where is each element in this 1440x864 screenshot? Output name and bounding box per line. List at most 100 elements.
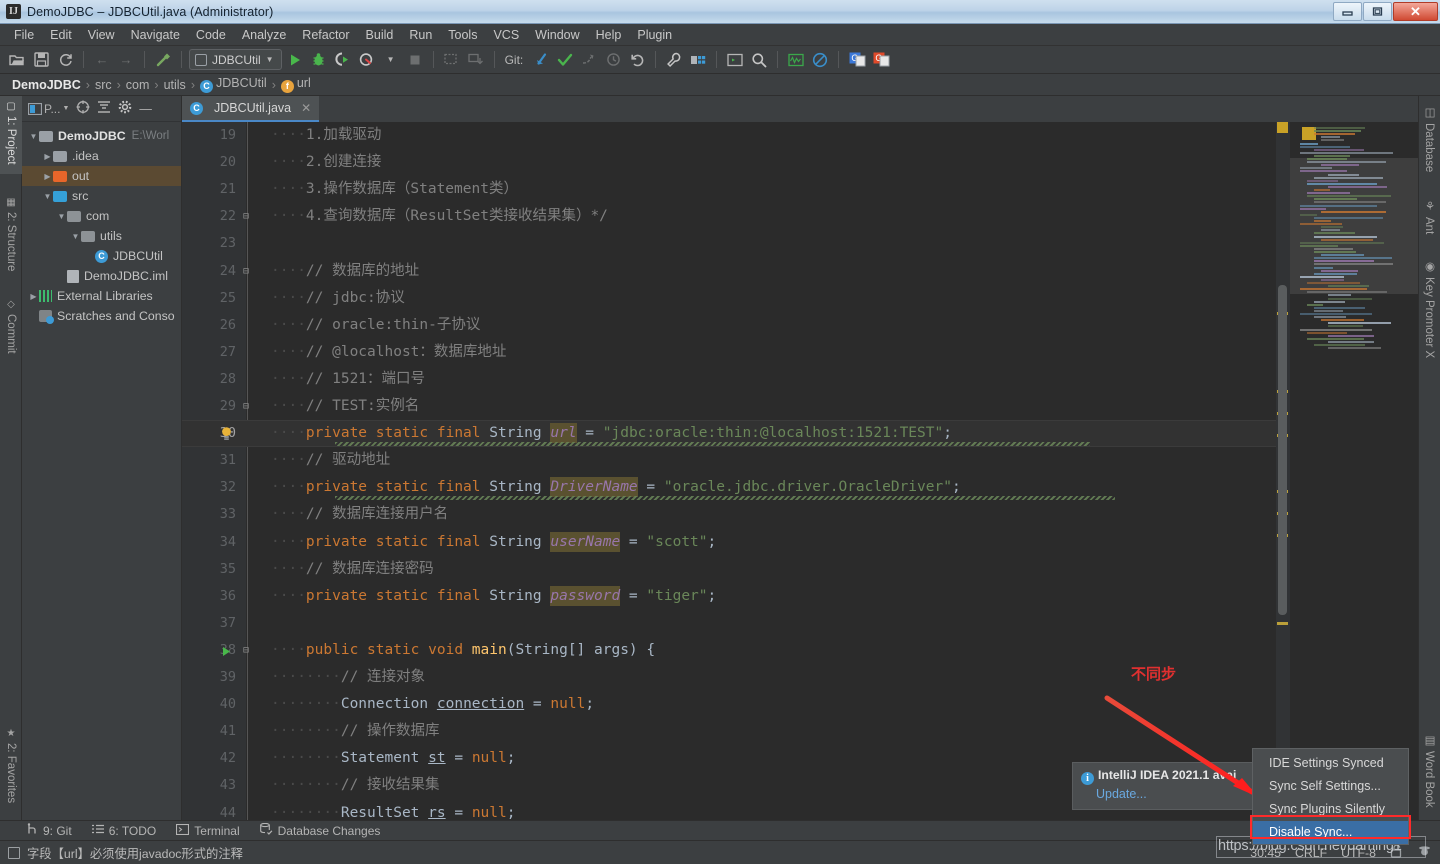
vcs-rollback-icon[interactable] <box>626 49 648 71</box>
arrow-left-icon[interactable]: ← <box>91 49 113 71</box>
menu-item-run[interactable]: Run <box>401 26 440 44</box>
chevron-right-icon[interactable]: ▶ <box>42 152 53 161</box>
menu-item-analyze[interactable]: Analyze <box>234 26 294 44</box>
sidebar-item-key-promoter[interactable]: ◉ Key Promoter X <box>1418 254 1440 379</box>
tree-item-com[interactable]: ▼ com <box>22 206 181 226</box>
context-menu-item-sync-plugins-silently[interactable]: Sync Plugins Silently <box>1253 798 1408 821</box>
error-stripe-marker[interactable] <box>1277 622 1288 625</box>
tree-item-demojdbc-iml[interactable]: DemoJDBC.iml <box>22 266 181 286</box>
close-button[interactable]: ✕ <box>1393 2 1438 21</box>
code-content[interactable]: 19 ····1.加载驱动 20 ····2.创建连接 21 ····3.操作数据库（St… <box>182 122 1290 825</box>
code-line[interactable]: ········Connection connection = null; <box>271 691 594 718</box>
code-line[interactable]: ····// TEST:实例名 <box>271 393 419 420</box>
menu-item-build[interactable]: Build <box>358 26 402 44</box>
breadcrumb-item-src[interactable]: src <box>92 78 115 92</box>
menu-item-window[interactable]: Window <box>527 26 587 44</box>
bottom-tab-terminal[interactable]: Terminal <box>176 823 240 838</box>
gear-icon[interactable] <box>118 100 132 117</box>
tree-item-demojdbc[interactable]: ▼ DemoJDBC E:\Worl <box>22 126 181 146</box>
tree-item--idea[interactable]: ▶ .idea <box>22 146 181 166</box>
search-icon[interactable] <box>748 49 770 71</box>
intention-bulb-icon[interactable] <box>220 426 233 445</box>
menu-item-help[interactable]: Help <box>588 26 630 44</box>
context-menu-item-sync-self-settings---[interactable]: Sync Self Settings... <box>1253 775 1408 798</box>
hammer-icon[interactable] <box>152 49 174 71</box>
chevron-right-icon[interactable]: ▶ <box>42 172 53 181</box>
editor-tab-jdbcutil[interactable]: C JDBCUtil.java ✕ <box>182 96 320 122</box>
vcs-history-clock-icon[interactable] <box>602 49 624 71</box>
breadcrumb-item-url[interactable]: f url <box>278 76 314 93</box>
refresh-icon[interactable] <box>54 49 76 71</box>
vcs-update-icon[interactable] <box>530 49 552 71</box>
code-line[interactable]: ····// @localhost：数据库地址 <box>271 339 506 366</box>
editor-scrollbar-thumb[interactable] <box>1278 285 1287 615</box>
chevron-down-icon[interactable]: ▼ <box>70 232 81 241</box>
run-configuration-selector[interactable]: JDBCUtil ▼ <box>189 49 282 70</box>
maximize-button[interactable] <box>1363 2 1392 21</box>
code-line[interactable]: ········// 操作数据库 <box>271 718 440 745</box>
breadcrumb-item-jdbcutil[interactable]: C JDBCUtil <box>197 76 270 93</box>
chevron-down-icon[interactable]: ▼ <box>56 212 67 221</box>
collapse-all-icon[interactable] <box>97 100 111 117</box>
vcs-commit-check-icon[interactable] <box>554 49 576 71</box>
code-line[interactable]: ····private static final String userName… <box>271 529 716 556</box>
chevron-down-icon[interactable]: ▼ <box>380 49 402 71</box>
bottom-tab-git[interactable]: 9: Git <box>26 823 72 838</box>
terminal-icon[interactable] <box>724 49 746 71</box>
chevron-right-icon[interactable]: ▶ <box>28 292 39 301</box>
code-fold-marker[interactable]: ⊟ <box>243 637 249 664</box>
run-dashboard-icon[interactable] <box>441 49 463 71</box>
tree-item-jdbcutil[interactable]: C JDBCUtil <box>22 246 181 266</box>
sidebar-item-ant[interactable]: ⚘ Ant <box>1418 194 1440 242</box>
code-line[interactable]: ····2.创建连接 <box>271 149 381 176</box>
breadcrumb-item-com[interactable]: com <box>123 78 153 92</box>
code-line[interactable]: ····// jdbc:协议 <box>271 285 405 312</box>
code-line[interactable]: ····1.加载驱动 <box>271 122 381 149</box>
code-editor[interactable]: 19 ····1.加载驱动 20 ····2.创建连接 21 ····3.操作数据库（St… <box>182 122 1290 825</box>
menu-item-vcs[interactable]: VCS <box>485 26 527 44</box>
minimize-icon[interactable]: — <box>139 102 152 116</box>
minimize-button[interactable] <box>1333 2 1362 21</box>
error-stripe-warning-block[interactable] <box>1277 122 1288 133</box>
menu-item-edit[interactable]: Edit <box>42 26 80 44</box>
code-line[interactable]: ····4.查询数据库（ResultSet类接收结果集）*/ <box>271 203 608 230</box>
code-fold-marker[interactable]: ⊟ <box>243 203 249 230</box>
menu-item-view[interactable]: View <box>80 26 123 44</box>
close-icon[interactable]: ✕ <box>301 101 311 115</box>
bottom-tab-todo[interactable]: 6: TODO <box>91 824 156 838</box>
menu-item-refactor[interactable]: Refactor <box>294 26 357 44</box>
disabled-circle-icon[interactable] <box>809 49 831 71</box>
context-menu-item-disable-sync---[interactable]: Disable Sync... <box>1253 821 1408 844</box>
run-with-coverage-icon[interactable] <box>332 49 354 71</box>
profiler-icon[interactable] <box>356 49 378 71</box>
code-line[interactable]: ········Statement st = null; <box>271 745 515 772</box>
menu-item-tools[interactable]: Tools <box>440 26 485 44</box>
stop-square-icon[interactable] <box>404 49 426 71</box>
project-structure-icon[interactable] <box>687 49 709 71</box>
tree-item-scratches-and-conso[interactable]: Scratches and Conso <box>22 306 181 326</box>
sidebar-item-project[interactable]: ▢ 1: Project <box>0 96 22 174</box>
breadcrumb-item-demojdbc[interactable]: DemoJDBC <box>9 78 84 92</box>
code-fold-marker[interactable]: ⊟ <box>243 258 249 285</box>
sidebar-item-structure[interactable]: ▦ 2: Structure <box>0 192 22 284</box>
code-line[interactable]: ····// oracle:thin-子协议 <box>271 312 480 339</box>
project-view-selector[interactable]: P... ▼ <box>28 102 69 116</box>
debug-bug-icon[interactable] <box>308 49 330 71</box>
arrow-right-icon[interactable]: → <box>115 49 137 71</box>
sidebar-item-word-book[interactable]: ▤ Word Book <box>1418 728 1440 820</box>
code-line[interactable]: ····// 驱动地址 <box>271 447 390 474</box>
vcs-push-icon[interactable] <box>578 49 600 71</box>
code-line[interactable]: ····public static void main(String[] arg… <box>271 637 655 664</box>
code-line[interactable]: ····3.操作数据库（Statement类） <box>271 176 518 203</box>
notification-balloon[interactable]: i IntelliJ IDEA 2021.1 avai Update... <box>1072 762 1255 810</box>
tree-item-src[interactable]: ▼ src <box>22 186 181 206</box>
menu-item-navigate[interactable]: Navigate <box>123 26 188 44</box>
save-icon[interactable] <box>30 49 52 71</box>
chevron-down-icon[interactable]: ▼ <box>42 192 53 201</box>
sidebar-item-commit[interactable]: ◇ Commit <box>0 294 22 366</box>
sidebar-item-database[interactable]: ◫ Database <box>1418 100 1440 182</box>
tree-item-utils[interactable]: ▼ utils <box>22 226 181 246</box>
code-line[interactable]: ····// 数据库连接密码 <box>271 556 434 583</box>
run-gutter-icon[interactable] <box>221 645 232 661</box>
breadcrumb-item-utils[interactable]: utils <box>161 78 189 92</box>
